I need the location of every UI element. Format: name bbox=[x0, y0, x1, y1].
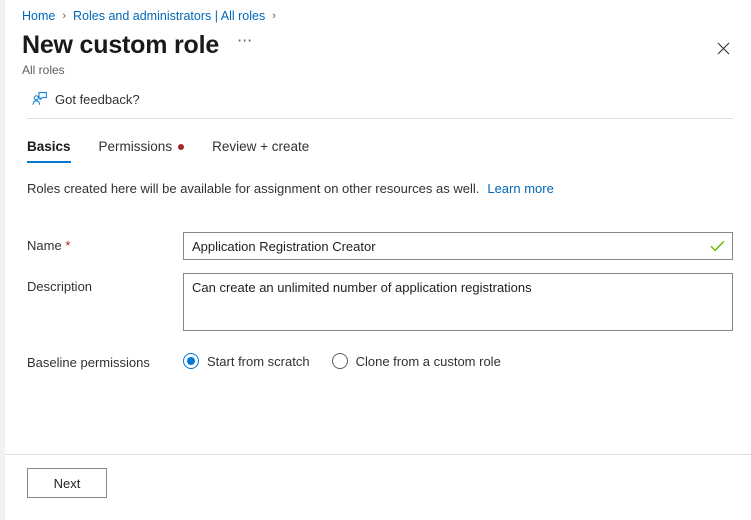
title-block: New custom role⋯ All roles bbox=[22, 30, 709, 78]
tab-permissions-alert-dot-icon bbox=[178, 144, 184, 150]
new-custom-role-blade: Home › Roles and administrators | All ro… bbox=[5, 0, 751, 520]
blade-header: New custom role ⋯ All roles bbox=[5, 24, 751, 78]
description-textarea[interactable] bbox=[183, 273, 733, 331]
name-label: Name * bbox=[27, 232, 183, 254]
breadcrumb-item-home[interactable]: Home bbox=[22, 8, 55, 24]
baseline-permissions-label: Baseline permissions bbox=[27, 349, 183, 371]
close-icon bbox=[717, 42, 730, 55]
tab-review-create[interactable]: Review + create bbox=[212, 138, 309, 163]
radio-clone-from-custom-role-circle-icon bbox=[332, 353, 348, 369]
name-label-text: Name bbox=[27, 238, 62, 253]
breadcrumb-separator-icon-2: › bbox=[272, 8, 276, 24]
feedback-person-icon bbox=[31, 91, 48, 108]
basics-tab-panel: Roles created here will be available for… bbox=[5, 163, 751, 454]
form-row-name: Name * bbox=[27, 232, 733, 260]
basics-form: Name * Description bbox=[27, 232, 733, 371]
breadcrumb-separator-icon: › bbox=[62, 8, 66, 24]
next-button[interactable]: Next bbox=[27, 468, 107, 498]
description-label: Description bbox=[27, 273, 183, 295]
tab-basics[interactable]: Basics bbox=[27, 138, 71, 163]
name-field-wrapper bbox=[183, 232, 733, 260]
radio-clone-from-custom-role-label: Clone from a custom role bbox=[356, 354, 501, 369]
got-feedback-button[interactable]: Got feedback? bbox=[27, 88, 144, 111]
tab-permissions-label: Permissions bbox=[99, 138, 173, 156]
baseline-permissions-field-wrapper: Start from scratch Clone from a custom r… bbox=[183, 349, 733, 369]
form-row-description: Description bbox=[27, 273, 733, 336]
form-row-baseline-permissions: Baseline permissions Start from scratch … bbox=[27, 349, 733, 371]
breadcrumb: Home › Roles and administrators | All ro… bbox=[5, 0, 751, 24]
description-field-wrapper bbox=[183, 273, 733, 336]
page-subtitle: All roles bbox=[22, 62, 709, 78]
baseline-permissions-label-text: Baseline permissions bbox=[27, 355, 150, 370]
tab-review-create-label: Review + create bbox=[212, 138, 309, 156]
radio-start-from-scratch-circle-icon bbox=[183, 353, 199, 369]
radio-start-from-scratch[interactable]: Start from scratch bbox=[183, 353, 310, 369]
page-title: New custom role bbox=[22, 30, 219, 60]
tab-basics-label: Basics bbox=[27, 138, 71, 156]
baseline-permissions-radio-group: Start from scratch Clone from a custom r… bbox=[183, 349, 733, 369]
tab-permissions[interactable]: Permissions bbox=[99, 138, 185, 163]
radio-start-from-scratch-label: Start from scratch bbox=[207, 354, 310, 369]
name-required-marker: * bbox=[65, 238, 70, 253]
radio-clone-from-custom-role[interactable]: Clone from a custom role bbox=[332, 353, 501, 369]
breadcrumb-item-roles-and-administrators[interactable]: Roles and administrators | All roles bbox=[73, 8, 265, 24]
intro-text: Roles created here will be available for… bbox=[27, 181, 479, 196]
more-options-button[interactable]: ⋯ bbox=[237, 26, 254, 56]
description-label-text: Description bbox=[27, 279, 92, 294]
name-input[interactable] bbox=[183, 232, 733, 260]
name-input-wrap bbox=[183, 232, 733, 260]
intro-text-row: Roles created here will be available for… bbox=[27, 180, 733, 198]
close-blade-button[interactable] bbox=[709, 34, 737, 62]
command-bar: Got feedback? bbox=[5, 78, 751, 111]
learn-more-link[interactable]: Learn more bbox=[487, 181, 553, 196]
blade-footer: Next bbox=[5, 454, 751, 520]
got-feedback-label: Got feedback? bbox=[55, 92, 140, 107]
tab-list: Basics Permissions Review + create bbox=[5, 119, 751, 163]
